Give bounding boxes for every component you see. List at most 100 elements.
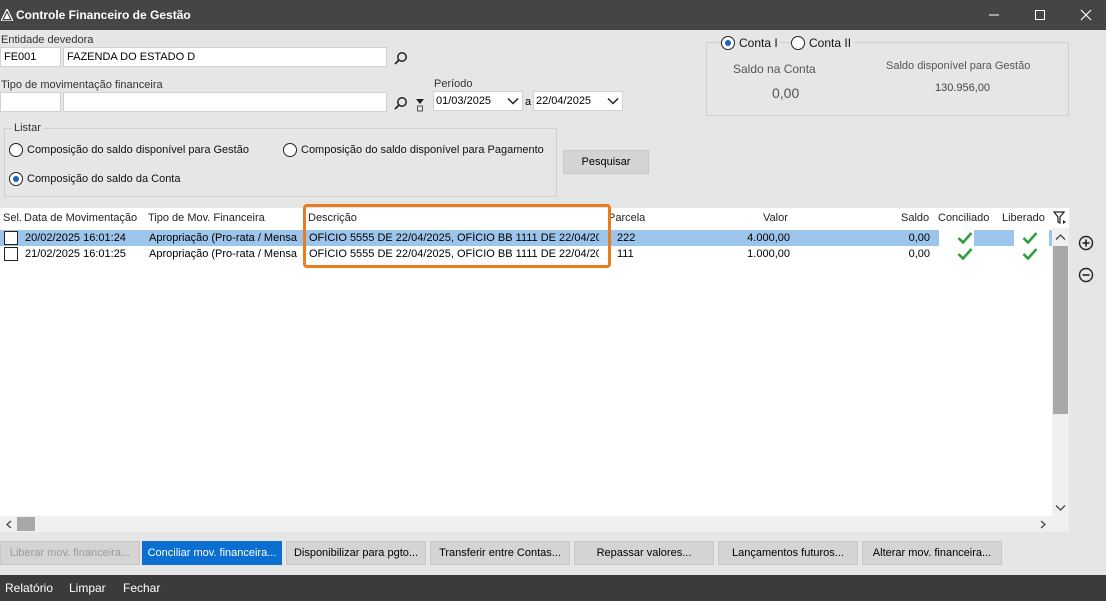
radio-selected-icon	[9, 172, 23, 186]
periodo-to-date[interactable]: 22/04/2025	[533, 91, 623, 111]
radio-empty-icon	[283, 143, 297, 157]
row-select-checkbox[interactable]	[4, 231, 18, 245]
limpar-link[interactable]: Limpar	[69, 581, 106, 595]
vertical-scrollbar[interactable]	[1052, 228, 1069, 516]
listar-group	[4, 128, 557, 197]
minimize-button[interactable]	[971, 0, 1017, 30]
conciliar-mov-button[interactable]: Conciliar mov. financeira...	[142, 541, 282, 565]
listar-option-gestao[interactable]: Composição do saldo disponível para Gest…	[9, 143, 249, 157]
check-icon	[1022, 232, 1038, 245]
tipo-mov-search-button[interactable]	[392, 94, 410, 112]
footer-bar: Relatório Limpar Fechar	[0, 575, 1106, 601]
search-icon	[394, 97, 407, 110]
cell-saldo: 0,00	[908, 232, 930, 244]
listar-option-conta[interactable]: Composição do saldo da Conta	[9, 172, 180, 186]
periodo-separator: a	[525, 96, 532, 108]
periodo-label: Período	[434, 78, 473, 90]
cell-parcela: 222	[617, 232, 636, 244]
chevron-down-icon	[607, 97, 619, 105]
maximize-icon	[1035, 10, 1045, 20]
cell-tipo: Apropriação (Pro-rata / Mensa	[149, 232, 297, 244]
tipo-mov-label: Tipo de movimentação financeira	[1, 79, 163, 91]
entidade-search-button[interactable]	[392, 49, 410, 67]
window-title: Controle Financeiro de Gestão	[16, 8, 191, 22]
saldo-conta-value: 0,00	[772, 85, 800, 101]
relatorio-link[interactable]: Relatório	[5, 581, 53, 595]
close-button[interactable]	[1063, 0, 1106, 30]
cell-valor: 4.000,00	[747, 232, 790, 244]
col-parcela[interactable]: Parcela	[608, 212, 645, 224]
plus-circle-icon	[1078, 235, 1094, 251]
col-tipo[interactable]: Tipo de Mov. Financeira	[148, 212, 265, 224]
pesquisar-button[interactable]: Pesquisar	[563, 150, 649, 174]
disponibilizar-pgto-button[interactable]: Disponibilizar para pgto...	[286, 541, 426, 565]
maximize-button[interactable]	[1017, 0, 1063, 30]
listar-label: Listar	[12, 122, 43, 134]
conta-i-radio[interactable]: Conta I	[721, 36, 780, 50]
cell-parcela: 111	[617, 248, 634, 260]
periodo-to-value: 22/04/2025	[536, 95, 592, 107]
tipo-mov-code-field[interactable]	[0, 92, 61, 112]
periodo-from-date[interactable]: 01/03/2025	[433, 91, 523, 111]
minus-circle-icon	[1078, 267, 1094, 283]
descricao-highlight-box	[303, 204, 611, 268]
close-icon	[1080, 9, 1092, 21]
tipo-mov-name-field[interactable]	[63, 92, 387, 112]
cell-valor: 1.000,00	[747, 248, 790, 260]
transferir-contas-button[interactable]: Transferir entre Contas...	[430, 541, 570, 565]
cell-conciliado	[939, 230, 974, 246]
search-icon	[394, 52, 407, 65]
row-select-checkbox[interactable]	[4, 247, 18, 261]
conta-i-label: Conta I	[739, 36, 778, 50]
col-saldo[interactable]: Saldo	[901, 212, 929, 224]
conta-panel	[706, 42, 1069, 116]
col-conciliado[interactable]: Conciliado	[938, 212, 989, 224]
minimize-icon	[989, 14, 999, 16]
tipo-mov-filter-button[interactable]	[413, 95, 427, 113]
cell-tipo: Apropriação (Pro-rata / Mensa	[149, 248, 297, 260]
conta-ii-label: Conta II	[809, 36, 852, 50]
cell-liberado	[1014, 246, 1049, 262]
saldo-conta-label: Saldo na Conta	[733, 62, 816, 76]
entidade-code-field[interactable]: FE001	[0, 47, 61, 67]
cell-conciliado	[939, 246, 974, 262]
fechar-link[interactable]: Fechar	[123, 581, 160, 595]
chevron-down-icon[interactable]	[1055, 504, 1066, 512]
col-sel[interactable]: Sel.	[3, 212, 22, 224]
filter-icon	[1052, 211, 1066, 224]
filter-dropdown-icon	[416, 99, 424, 112]
listar-option-pagamento[interactable]: Composição do saldo disponível para Paga…	[283, 143, 544, 157]
entidade-name-field[interactable]: FAZENDA DO ESTADO D	[63, 47, 387, 67]
listar-option-pagamento-label: Composição do saldo disponível para Paga…	[301, 144, 544, 156]
chevron-left-icon[interactable]	[5, 520, 13, 529]
check-icon	[957, 232, 973, 245]
column-filter-button[interactable]	[1052, 211, 1067, 225]
scrollbar-corner	[1052, 516, 1069, 532]
chevron-right-icon[interactable]	[1039, 520, 1047, 529]
repassar-valores-button[interactable]: Repassar valores...	[574, 541, 714, 565]
radio-selected-icon	[721, 36, 735, 50]
remove-row-button[interactable]	[1078, 267, 1094, 283]
check-icon	[1022, 248, 1038, 261]
lancamentos-futuros-button[interactable]: Lançamentos futuros...	[718, 541, 858, 565]
saldo-gestao-value: 130.956,00	[935, 82, 991, 94]
radio-empty-icon	[9, 143, 23, 157]
cell-data: 20/02/2025 16:01:24	[25, 232, 126, 244]
alterar-mov-button[interactable]: Alterar mov. financeira...	[862, 541, 1002, 565]
col-valor[interactable]: Valor	[763, 212, 788, 224]
col-data[interactable]: Data de Movimentação	[24, 212, 137, 224]
horizontal-scrollbar[interactable]	[0, 516, 1052, 532]
scrollbar-thumb[interactable]	[1053, 246, 1068, 414]
conta-ii-radio[interactable]: Conta II	[791, 36, 856, 50]
chevron-down-icon	[507, 97, 519, 105]
saldo-gestao-label: Saldo disponível para Gestão	[886, 60, 1031, 72]
app-logo-icon	[1, 9, 13, 21]
add-row-button[interactable]	[1078, 235, 1094, 251]
chevron-up-icon[interactable]	[1055, 233, 1066, 241]
check-icon	[957, 248, 973, 261]
scrollbar-thumb[interactable]	[17, 517, 35, 531]
liberar-mov-button[interactable]: Liberar mov. financeira...	[0, 541, 140, 565]
cell-saldo: 0,00	[908, 248, 930, 260]
entidade-label: Entidade devedora	[1, 34, 94, 46]
col-liberado[interactable]: Liberado	[1002, 212, 1045, 224]
